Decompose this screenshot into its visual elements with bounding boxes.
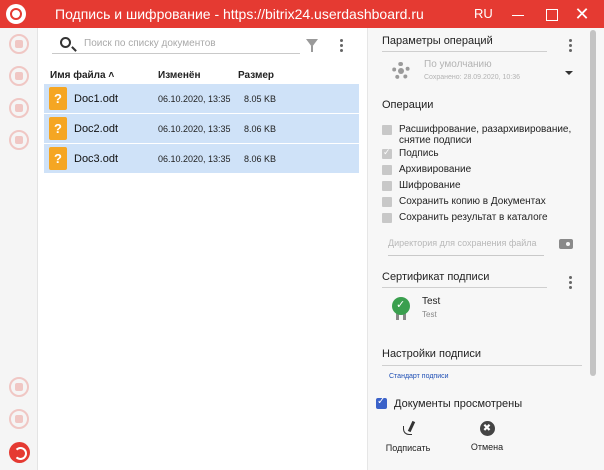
checkbox[interactable] — [376, 396, 387, 409]
file-name: Doc1.odt — [74, 93, 119, 105]
op-sign-label: Подпись — [399, 148, 439, 159]
op-save-copy-label: Сохранить копию в Документах — [399, 196, 546, 207]
signature-settings-title: Настройки подписи — [382, 348, 481, 360]
close-button[interactable]: ✕ — [568, 2, 596, 26]
cancel-button-label: Отмена — [470, 442, 504, 452]
file-unknown-icon: ? — [49, 147, 67, 170]
checkbox[interactable] — [382, 147, 392, 159]
file-modified: 06.10.2020, 13:35 — [158, 124, 231, 134]
certificate-name[interactable]: Test — [422, 296, 440, 307]
sign-button-label: Подписать — [385, 443, 431, 453]
file-name: Doc2.odt — [74, 123, 119, 135]
exit-icon[interactable] — [9, 442, 30, 463]
file-modified: 06.10.2020, 13:35 — [158, 154, 231, 164]
search-input[interactable] — [84, 35, 294, 51]
file-size: 8.06 KB — [244, 154, 277, 164]
signature-standard-link[interactable]: Стандарт подписи — [389, 373, 449, 380]
chevron-down-icon[interactable] — [565, 71, 573, 75]
gear-icon — [392, 62, 410, 80]
file-unknown-icon: ? — [49, 87, 67, 110]
params-menu-button[interactable] — [569, 39, 573, 53]
preset-name[interactable]: По умолчанию — [424, 59, 492, 70]
op-decrypt-label-2: снятие подписи — [399, 135, 472, 146]
sign-icon[interactable] — [9, 34, 29, 54]
window-title: Подпись и шифрование - https://bitrix24.… — [55, 6, 424, 22]
file-row[interactable]: ? Doc3.odt 06.10.2020, 13:35 8.06 KB — [44, 144, 359, 173]
operations-title: Операции — [382, 99, 434, 111]
column-header-name[interactable]: Имя файла ˄ — [50, 70, 114, 81]
filter-icon[interactable] — [306, 39, 318, 52]
certificate-menu-button[interactable] — [569, 276, 573, 290]
file-row[interactable]: ? Doc2.odt 06.10.2020, 13:35 8.06 KB — [44, 114, 359, 143]
search-bar[interactable] — [52, 34, 300, 54]
column-header-modified[interactable]: Изменён — [158, 70, 201, 81]
divider — [382, 287, 547, 288]
column-header-size[interactable]: Размер — [238, 70, 274, 81]
file-list-area: Имя файла ˄ Изменён Размер ? Doc1.odt 06… — [38, 28, 367, 470]
search-icon — [60, 37, 71, 48]
left-sidebar — [0, 28, 38, 470]
divider — [382, 51, 547, 52]
users-icon[interactable] — [9, 130, 29, 150]
title-bar: Подпись и шифрование - https://bitrix24.… — [0, 0, 604, 28]
file-row[interactable]: ? Doc1.odt 06.10.2020, 13:35 8.05 KB — [44, 84, 359, 113]
file-size: 8.06 KB — [244, 124, 277, 134]
checkbox[interactable] — [382, 125, 392, 135]
cloud-icon[interactable] — [9, 377, 29, 397]
signature-icon — [400, 421, 416, 437]
file-size: 8.05 KB — [244, 94, 277, 104]
app-logo-icon — [6, 4, 26, 24]
directory-field[interactable] — [388, 235, 544, 256]
op-archive-label: Архивирование — [399, 164, 472, 175]
sign-button[interactable]: Подписать — [378, 421, 438, 453]
notes-icon[interactable] — [9, 409, 29, 429]
certificate-title: Сертификат подписи — [382, 271, 490, 283]
minimize-button[interactable] — [504, 2, 532, 26]
directory-input[interactable] — [388, 235, 544, 251]
scrollbar-thumb[interactable] — [590, 30, 596, 376]
checkbox[interactable] — [382, 197, 392, 207]
checkbox[interactable] — [382, 165, 392, 175]
certificate-valid-icon — [392, 297, 410, 315]
list-menu-button[interactable] — [340, 39, 344, 53]
op-save-result-label: Сохранить результат в каталоге — [399, 212, 548, 223]
op-encrypt-label: Шифрование — [399, 180, 461, 191]
checkbox[interactable] — [382, 181, 392, 191]
divider — [382, 365, 582, 366]
documents-viewed-label: Документы просмотрены — [394, 398, 523, 410]
operations-panel: Параметры операций По умолчанию Сохранен… — [367, 28, 595, 470]
file-unknown-icon: ? — [49, 117, 67, 140]
preset-saved-date: Сохранено: 28.09.2020, 10:36 — [424, 74, 521, 81]
language-switcher[interactable]: RU — [474, 6, 493, 21]
document-icon[interactable] — [9, 66, 29, 86]
params-title: Параметры операций — [382, 35, 493, 47]
checkbox[interactable] — [382, 213, 392, 223]
cancel-button[interactable]: ✖ Отмена — [457, 421, 517, 452]
file-modified: 06.10.2020, 13:35 — [158, 94, 231, 104]
maximize-button[interactable] — [537, 2, 565, 26]
scrollbar-track[interactable] — [595, 28, 604, 470]
cancel-icon: ✖ — [479, 421, 495, 436]
certificate-issuer: Test — [422, 310, 437, 319]
file-name: Doc3.odt — [74, 153, 119, 165]
document-lock-icon[interactable] — [9, 98, 29, 118]
folder-icon[interactable] — [559, 239, 573, 249]
